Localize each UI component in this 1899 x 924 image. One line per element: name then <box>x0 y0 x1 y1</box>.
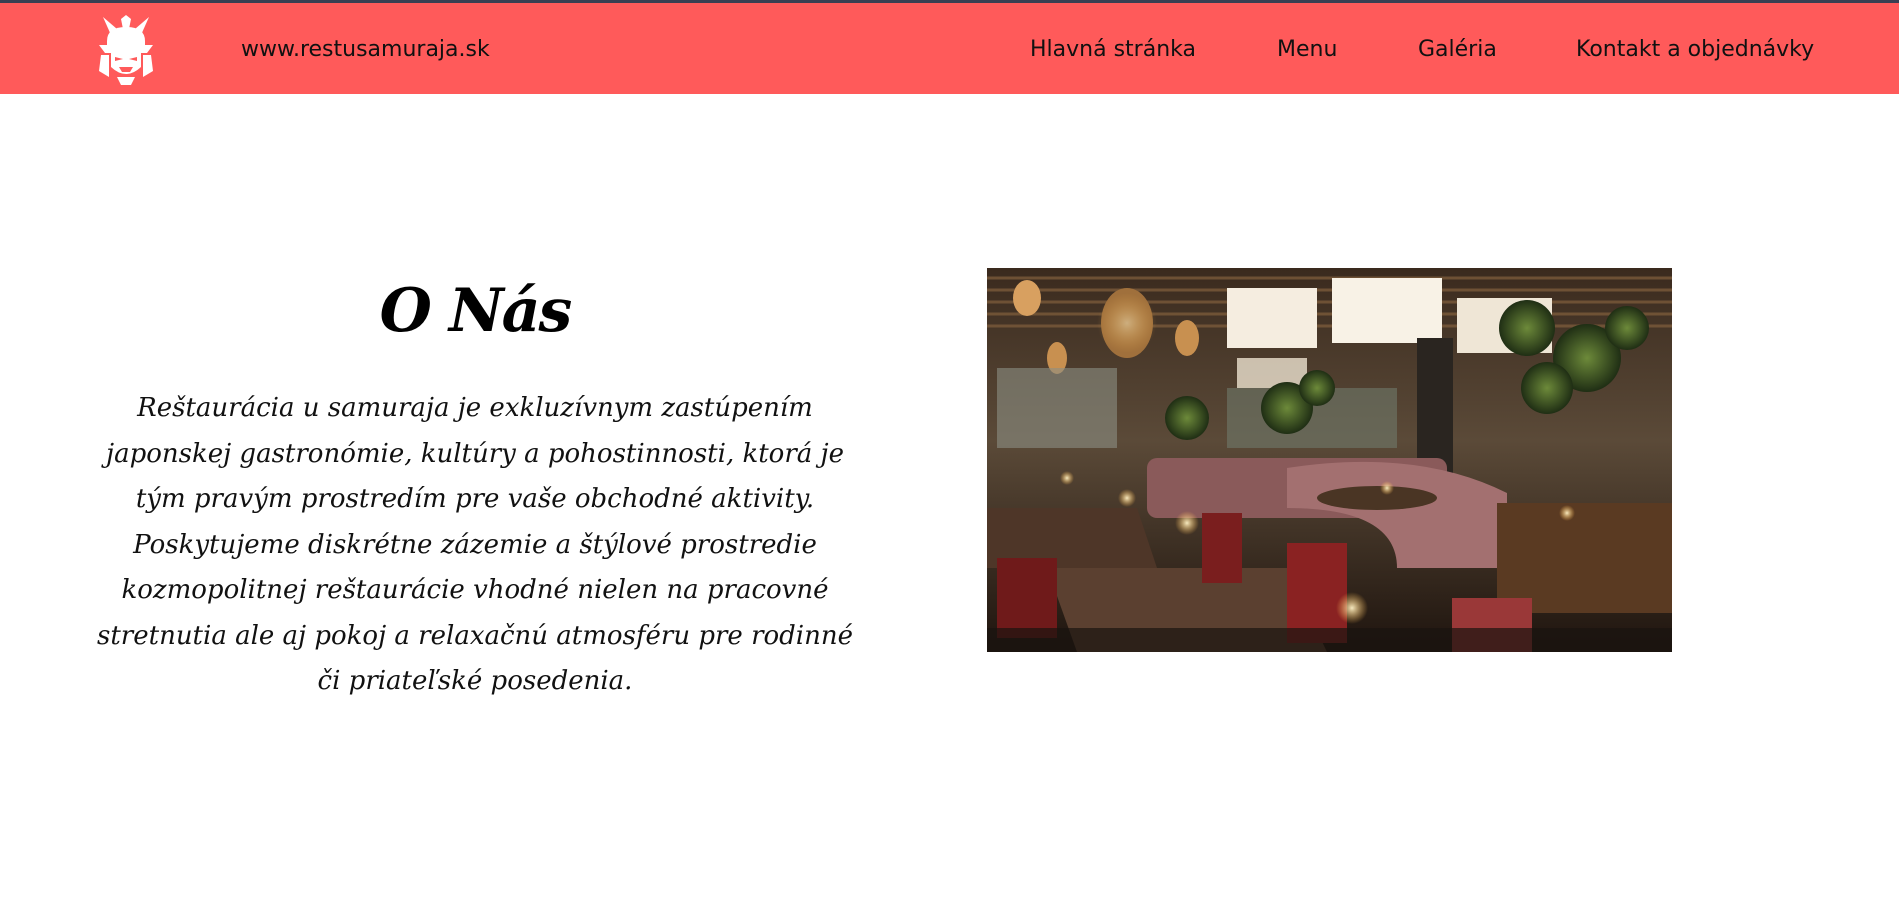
about-title: O Nás <box>379 276 573 346</box>
nav-link-contact[interactable]: Kontakt a objednávky <box>1576 37 1814 62</box>
nav-link-gallery[interactable]: Galéria <box>1418 37 1497 62</box>
site-url-link[interactable]: www.restusamuraja.sk <box>241 37 490 62</box>
nav-link-home[interactable]: Hlavná stránka <box>1030 37 1196 62</box>
restaurant-interior-photo <box>987 268 1672 652</box>
nav-link-menu[interactable]: Menu <box>1277 37 1337 62</box>
samurai-helmet-icon[interactable] <box>95 15 157 85</box>
header-navbar: www.restusamuraja.sk Hlavná stránka Menu… <box>0 3 1899 94</box>
about-description: Reštaurácia u samuraja je exkluzívnym za… <box>97 393 853 696</box>
